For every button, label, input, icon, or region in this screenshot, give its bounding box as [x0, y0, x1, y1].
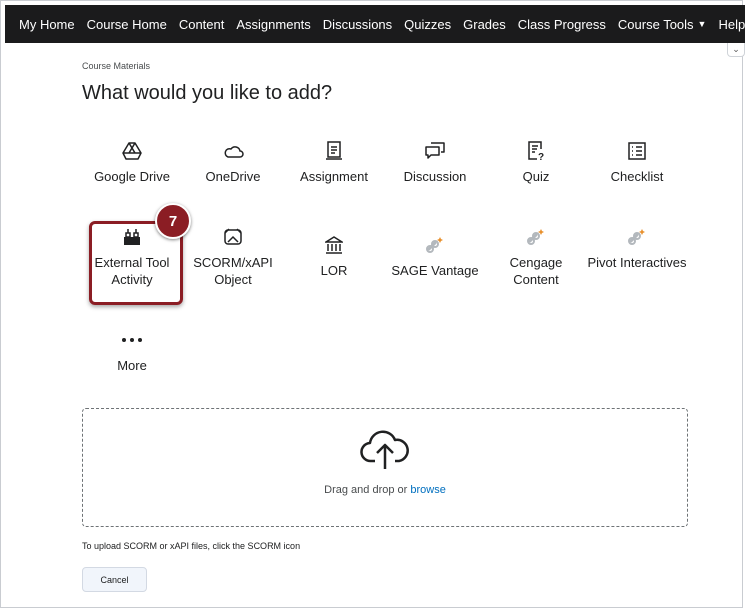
tile-scorm-xapi-object[interactable]: SCORM/xAPI Object — [183, 226, 283, 288]
lor-icon — [325, 234, 343, 256]
more-icon — [121, 329, 143, 351]
nav-course-tools[interactable]: Course Tools ▼ — [612, 5, 713, 43]
nav-content[interactable]: Content — [173, 5, 231, 43]
step-badge: 7 — [155, 203, 191, 239]
chevron-down-icon[interactable]: ⌄ — [727, 43, 745, 57]
nav-assignments[interactable]: Assignments — [230, 5, 316, 43]
discussion-icon — [425, 140, 445, 162]
file-dropzone[interactable]: Drag and drop or browse — [82, 408, 688, 527]
course-navbar: My Home Course Home Content Assignments … — [5, 5, 745, 43]
tile-cengage-content[interactable]: Cengage Content — [486, 226, 586, 288]
breadcrumb: Course Materials — [82, 61, 151, 71]
tile-quiz[interactable]: ? Quiz — [486, 140, 586, 185]
checklist-icon — [628, 140, 646, 162]
tile-sage-vantage[interactable]: SAGE Vantage — [385, 234, 485, 279]
scorm-help-text: To upload SCORM or xAPI files, click the… — [82, 541, 301, 551]
link-icon — [526, 226, 546, 248]
nav-quizzes[interactable]: Quizzes — [398, 5, 457, 43]
tile-onedrive[interactable]: OneDrive — [183, 140, 283, 185]
chevron-down-icon: ▼ — [697, 19, 707, 29]
tile-lor[interactable]: LOR — [284, 234, 384, 279]
nav-discussions[interactable]: Discussions — [317, 5, 398, 43]
scorm-icon — [223, 226, 243, 248]
tile-google-drive[interactable]: Google Drive — [82, 140, 182, 185]
assignment-icon — [325, 140, 343, 162]
tile-assignment[interactable]: Assignment — [284, 140, 384, 185]
dropzone-text: Drag and drop or — [324, 484, 408, 496]
page-title: What would you like to add? — [82, 82, 333, 104]
tile-pivot-interactives[interactable]: Pivot Interactives — [587, 226, 687, 271]
nav-class-progress[interactable]: Class Progress — [512, 5, 612, 43]
tile-checklist[interactable]: Checklist — [587, 140, 687, 185]
cloud-upload-icon — [360, 427, 410, 476]
link-icon — [627, 226, 647, 248]
cancel-button[interactable]: Cancel — [82, 567, 147, 592]
link-icon — [425, 234, 445, 256]
nav-grades[interactable]: Grades — [457, 5, 512, 43]
google-drive-icon — [122, 140, 142, 162]
browse-link[interactable]: browse — [410, 484, 445, 496]
onedrive-icon — [222, 140, 244, 162]
tile-discussion[interactable]: Discussion — [385, 140, 485, 185]
nav-my-home[interactable]: My Home — [5, 5, 81, 43]
svg-text:?: ? — [538, 152, 544, 161]
tile-more[interactable]: More — [82, 329, 182, 374]
quiz-icon: ? — [527, 140, 545, 162]
nav-help[interactable]: Help▼ — [712, 5, 745, 43]
nav-course-home[interactable]: Course Home — [81, 5, 173, 43]
